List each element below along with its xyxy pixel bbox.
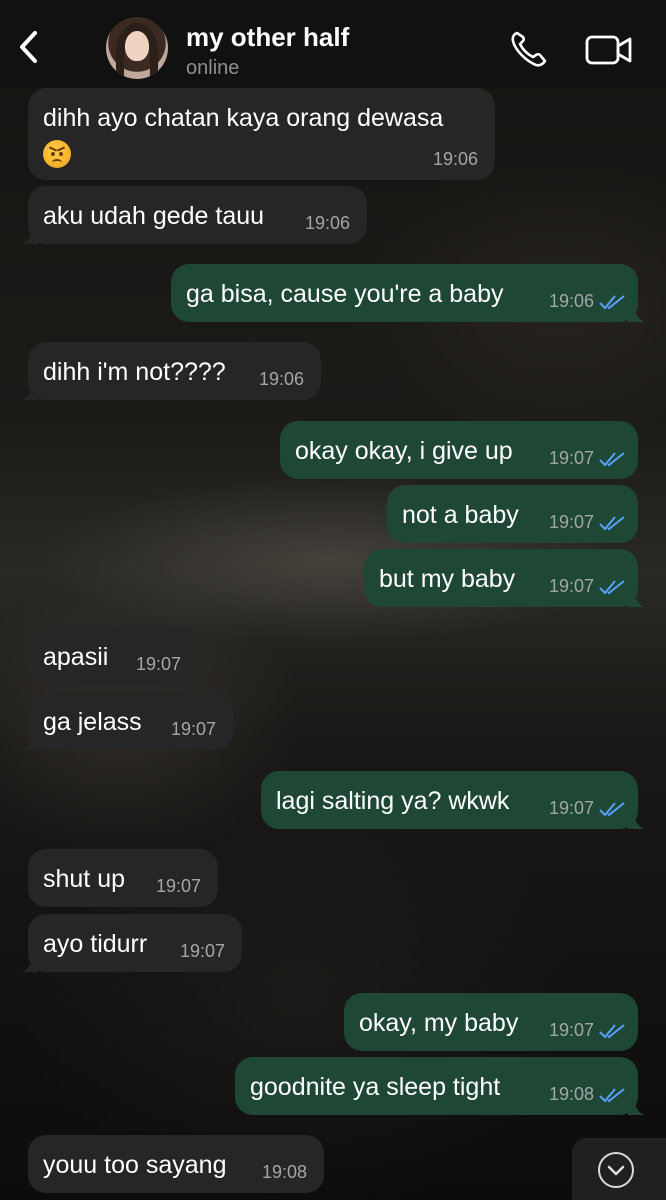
message-time: 19:07 [548,448,594,468]
message-time: 19:07 [548,512,594,532]
message-text: ga bisa, cause you're a baby [186,280,504,308]
message-time: 19:07 [548,576,594,596]
message-incoming[interactable]: aku udah gede tauu 19:06 [22,186,367,244]
contact-status: online [186,57,240,79]
angry-face-emoji-icon [43,140,71,168]
message-text: lagi salting ya? wkwk [276,787,510,815]
message-outgoing[interactable]: but my baby 19:07 [364,549,644,607]
bubble-tail-icon [628,815,644,829]
message-text: dihh ayo chatan kaya orang dewasa [43,104,444,132]
message-time: 19:06 [548,291,594,311]
phone-icon [511,31,547,67]
read-ticks-icon [599,295,625,310]
chevron-down-circle-icon [598,1152,634,1188]
message-text: goodnite ya sleep tight [250,1073,501,1101]
bubble-tail-icon [628,593,644,607]
message-text: okay okay, i give up [295,437,513,465]
message-incoming[interactable]: apasii 19:07 [28,627,198,685]
message-outgoing[interactable]: lagi salting ya? wkwk 19:07 [261,771,644,829]
video-call-button[interactable] [584,30,634,70]
bubble-tail-icon [22,958,38,972]
read-ticks-icon [599,452,625,467]
message-text: ga jelass [43,708,142,736]
message-incoming[interactable]: ayo tidurr 19:07 [22,914,242,972]
read-ticks-icon [599,1088,625,1103]
message-text: okay, my baby [359,1009,519,1037]
message-outgoing[interactable]: not a baby 19:07 [387,485,638,543]
bubble-tail-icon [22,230,38,244]
scroll-to-bottom-button[interactable] [572,1138,666,1200]
back-button[interactable] [8,22,48,72]
message-time: 19:08 [261,1162,307,1182]
message-time: 19:06 [304,213,350,233]
read-ticks-icon [599,516,625,531]
contact-avatar[interactable] [106,17,168,79]
contact-name[interactable]: my other half [186,22,349,53]
message-text: but my baby [379,565,516,593]
read-ticks-icon [599,802,625,817]
message-time: 19:07 [170,719,216,739]
message-text: not a baby [402,501,519,529]
chat-header: my other half online [0,0,666,88]
bubble-tail-icon [628,308,644,322]
bubble-tail-icon [628,1101,644,1115]
message-time: 19:06 [258,369,304,389]
message-incoming[interactable]: dihh i'm not???? 19:06 [22,342,321,400]
bubble-tail-icon [22,386,38,400]
message-time: 19:07 [548,1020,594,1040]
message-time: 19:08 [548,1084,594,1104]
message-text: youu too sayang [43,1151,227,1179]
message-outgoing[interactable]: goodnite ya sleep tight 19:08 [235,1057,644,1115]
message-outgoing[interactable]: okay okay, i give up 19:07 [280,421,638,479]
message-text: ayo tidurr [43,930,148,958]
message-time: 19:06 [432,149,478,169]
message-outgoing[interactable]: okay, my baby 19:07 [344,993,638,1051]
message-incoming[interactable]: ga jelass 19:07 [22,692,233,750]
message-time: 19:07 [155,876,201,896]
message-time: 19:07 [179,941,225,961]
message-text: aku udah gede tauu [43,202,265,230]
read-ticks-icon [599,580,625,595]
video-camera-icon [585,35,632,65]
message-incoming[interactable]: youu too sayang 19:08 [28,1135,324,1193]
message-text: shut up [43,865,126,893]
message-time: 19:07 [135,654,181,674]
message-text: apasii [43,643,109,671]
read-ticks-icon [599,1024,625,1039]
bubble-tail-icon [22,736,38,750]
chevron-left-icon [20,31,37,63]
message-time: 19:07 [548,798,594,818]
message-text: dihh i'm not???? [43,358,226,386]
message-incoming[interactable]: shut up 19:07 [28,849,218,907]
message-incoming[interactable]: dihh ayo chatan kaya orang dewasa 19:06 [28,88,495,180]
voice-call-button[interactable] [508,28,550,70]
message-outgoing[interactable]: ga bisa, cause you're a baby 19:06 [171,264,644,322]
